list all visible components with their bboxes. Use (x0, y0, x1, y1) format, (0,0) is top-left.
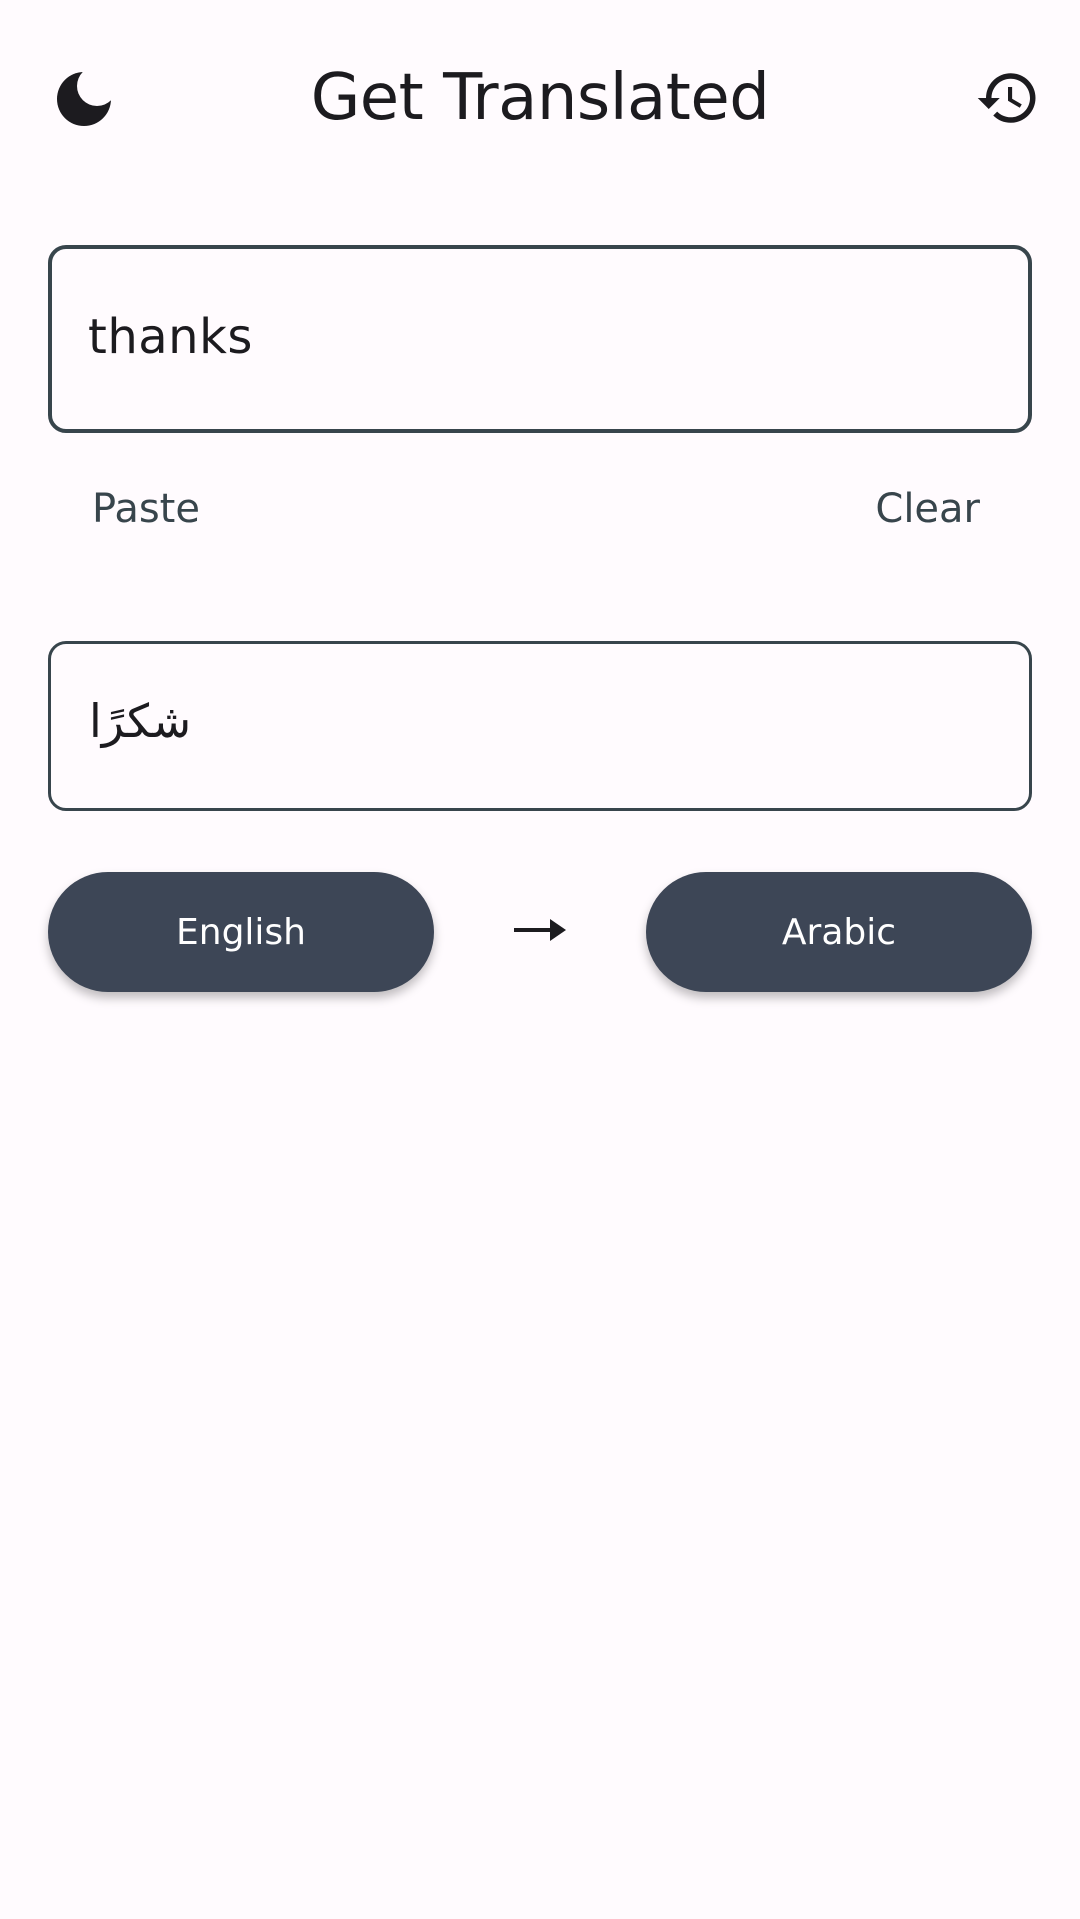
source-language-button[interactable]: English (48, 872, 434, 992)
app-bar: Get Translated (0, 0, 1080, 200)
translation-output-field: شكرًا (48, 641, 1032, 811)
clear-button[interactable]: Clear (863, 478, 992, 540)
language-direction-button[interactable] (508, 900, 572, 964)
arrow-right-icon (514, 915, 566, 949)
source-text-value: thanks (88, 309, 253, 365)
page-title: Get Translated (310, 61, 770, 135)
source-language-label: English (176, 911, 306, 953)
history-icon (975, 65, 1041, 135)
paste-button[interactable]: Paste (80, 478, 212, 540)
target-language-label: Arabic (781, 911, 897, 953)
source-text-field[interactable]: thanks (48, 245, 1032, 433)
target-language-button[interactable]: Arabic (646, 872, 1032, 992)
history-button[interactable] (960, 52, 1056, 148)
translation-output-value: شكرًا (89, 694, 192, 748)
